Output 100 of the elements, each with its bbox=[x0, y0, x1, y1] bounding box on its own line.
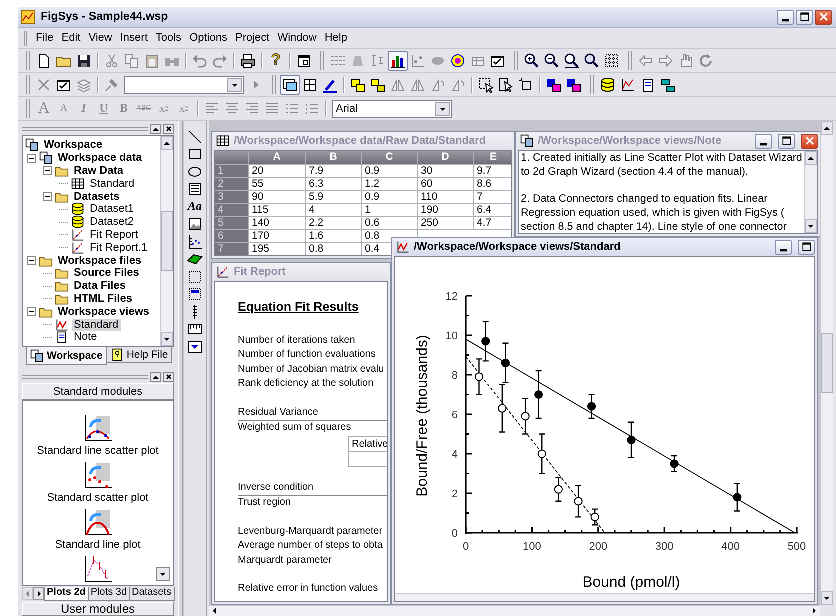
table-cell: 1.2 bbox=[362, 178, 418, 191]
tick-label: 10 bbox=[446, 330, 458, 342]
tree-item[interactable]: Standard bbox=[88, 178, 137, 190]
module-tab[interactable]: Plots 3d bbox=[88, 586, 130, 600]
table-cell: 140 bbox=[249, 217, 306, 230]
report-heading: Equation Fit Results bbox=[238, 300, 360, 314]
table-cell: 5.9 bbox=[306, 191, 362, 204]
table-cell: 190 bbox=[418, 204, 474, 217]
report-label: Inverse condition bbox=[238, 482, 314, 492]
tree-item[interactable]: Dataset2 bbox=[88, 216, 136, 228]
module-label[interactable]: Standard line scatter plot bbox=[37, 445, 159, 457]
tick-label: 2 bbox=[452, 488, 458, 500]
menu-item[interactable]: File bbox=[32, 31, 58, 45]
note-paragraph: 1. Created initially as Line Scatter Plot with Dataset Wizard to 2d Graph Wizard (section 4.4 of the manual). bbox=[521, 152, 802, 180]
tick-label: 12 bbox=[446, 291, 458, 303]
panel-tab[interactable]: Help File bbox=[106, 347, 172, 363]
menu-item[interactable]: Options bbox=[186, 31, 232, 45]
column-header[interactable]: C bbox=[362, 151, 418, 165]
note-paragraph: 2. Data Connectors changed to equation fits. Linear Regression equation used, which is given with FigSys ( section 8.5 and chapter 14). Line style of one connector bbox=[521, 193, 788, 233]
section-header-button[interactable]: User modules bbox=[22, 602, 174, 616]
tree-item[interactable]: Data Files bbox=[72, 280, 128, 292]
tree-item[interactable]: HTML Files bbox=[72, 292, 134, 305]
tree-item[interactable]: Workspace views bbox=[56, 306, 152, 318]
tree-item[interactable]: Note bbox=[72, 331, 100, 344]
tree-item[interactable]: Datasets bbox=[72, 190, 122, 203]
table-cell: 170 bbox=[249, 230, 306, 243]
tree-item[interactable]: Fit Report bbox=[88, 228, 140, 241]
tree-item[interactable]: Fit Report.1 bbox=[88, 242, 150, 254]
table-cell: 250 bbox=[418, 217, 474, 230]
module-label[interactable]: Standard line plot bbox=[55, 539, 141, 551]
table-cell: 2.2 bbox=[306, 217, 362, 230]
menu-item[interactable]: Window bbox=[274, 31, 321, 45]
tree-item[interactable]: Workspace files bbox=[56, 254, 144, 267]
table-cell: 6.3 bbox=[306, 178, 362, 191]
table-cell: 0.8 bbox=[306, 243, 362, 255]
report-label: Number of function evaluations bbox=[238, 349, 376, 360]
window-title: FigSys - Sample44.wsp bbox=[41, 11, 170, 23]
table-cell: 1 bbox=[362, 204, 418, 217]
column-header[interactable]: B bbox=[306, 151, 362, 165]
report-label: Rank deficiency at the solution bbox=[238, 378, 374, 389]
report-label: Relative error in function values bbox=[238, 583, 378, 594]
table-cell: 8.6 bbox=[474, 178, 511, 191]
column-header[interactable]: A bbox=[249, 151, 306, 165]
table-cell: 20 bbox=[249, 165, 306, 178]
module-tab[interactable]: Plots 2d bbox=[44, 586, 89, 600]
tick-label: 4 bbox=[452, 449, 458, 461]
window-title-bar[interactable]: /Workspace/Workspace views/Standard bbox=[394, 238, 815, 256]
tick-label: 300 bbox=[655, 541, 674, 553]
module-tab[interactable]: Datasets bbox=[129, 586, 175, 600]
table-cell: 110 bbox=[418, 191, 474, 204]
tree-item[interactable]: Workspace bbox=[42, 139, 104, 152]
tick-label: 500 bbox=[788, 541, 806, 553]
table-cell: 4.7 bbox=[474, 217, 511, 230]
menu-item[interactable]: Help bbox=[320, 31, 352, 45]
table-cell: 30 bbox=[418, 165, 474, 178]
combo-box[interactable]: Arial bbox=[332, 100, 452, 118]
tick-label: 8 bbox=[452, 370, 458, 382]
table-cell: 6.4 bbox=[474, 204, 511, 217]
tree-item[interactable]: Standard bbox=[72, 318, 121, 331]
tick-label: 0 bbox=[462, 541, 470, 553]
table-cell: 115 bbox=[249, 204, 306, 217]
menu-item[interactable]: Edit bbox=[58, 31, 85, 45]
tick-label: 0 bbox=[452, 528, 458, 540]
report-label: Average number of steps to obta bbox=[238, 540, 383, 551]
tick-label: 400 bbox=[722, 541, 740, 553]
section-header-button[interactable]: Standard modules bbox=[22, 383, 174, 400]
menu-item[interactable]: View bbox=[84, 31, 116, 45]
table-cell: 90 bbox=[249, 191, 306, 204]
text-tool[interactable]: Aa bbox=[185, 198, 205, 216]
column-header[interactable]: D bbox=[418, 151, 474, 165]
report-label: Number of iterations taken bbox=[238, 334, 356, 346]
table-cell: 60 bbox=[418, 178, 474, 191]
table-cell: 7 bbox=[474, 191, 511, 204]
table-cell: 0.9 bbox=[362, 191, 418, 204]
report-label: Weighted sum of squares bbox=[238, 422, 352, 433]
table-cell: 195 bbox=[249, 243, 306, 255]
menu-item[interactable]: Insert bbox=[116, 31, 152, 45]
table-cell: 7.9 bbox=[306, 165, 362, 178]
axis-title: Bound (pmol/l) bbox=[582, 574, 680, 591]
tree-item[interactable]: Source Files bbox=[72, 267, 142, 280]
table-cell: 0.9 bbox=[362, 165, 418, 178]
tick-label: 100 bbox=[523, 541, 542, 553]
window-title: Fit Report bbox=[234, 266, 286, 278]
report-label: Levenburg-Marquardt parameter bbox=[238, 526, 383, 536]
module-label[interactable]: Standard scatter plot bbox=[47, 492, 149, 504]
table-cell: 0.6 bbox=[362, 217, 418, 230]
tree-item[interactable]: Workspace data bbox=[56, 152, 144, 164]
window-title: /Workspace/Workspace data/Raw Data/Standard bbox=[234, 135, 486, 147]
report-label: Marquardt parameter bbox=[238, 554, 332, 566]
tick-label: 200 bbox=[589, 541, 608, 553]
tree-item[interactable]: Dataset1 bbox=[88, 203, 136, 216]
report-label: Trust region bbox=[238, 497, 291, 508]
menu-item[interactable]: Tools bbox=[152, 31, 186, 45]
report-label: Number of Jacobian matrix evalu bbox=[238, 364, 384, 374]
table-cell: 4 bbox=[306, 204, 362, 217]
axis-title: Bound/Free (thousands) bbox=[414, 335, 431, 497]
window-title: /Workspace/Workspace views/Note bbox=[538, 135, 722, 147]
menu-item[interactable]: Project bbox=[231, 31, 274, 45]
tree-item[interactable]: Raw Data bbox=[72, 164, 126, 177]
panel-tab[interactable]: Workspace bbox=[26, 347, 107, 365]
